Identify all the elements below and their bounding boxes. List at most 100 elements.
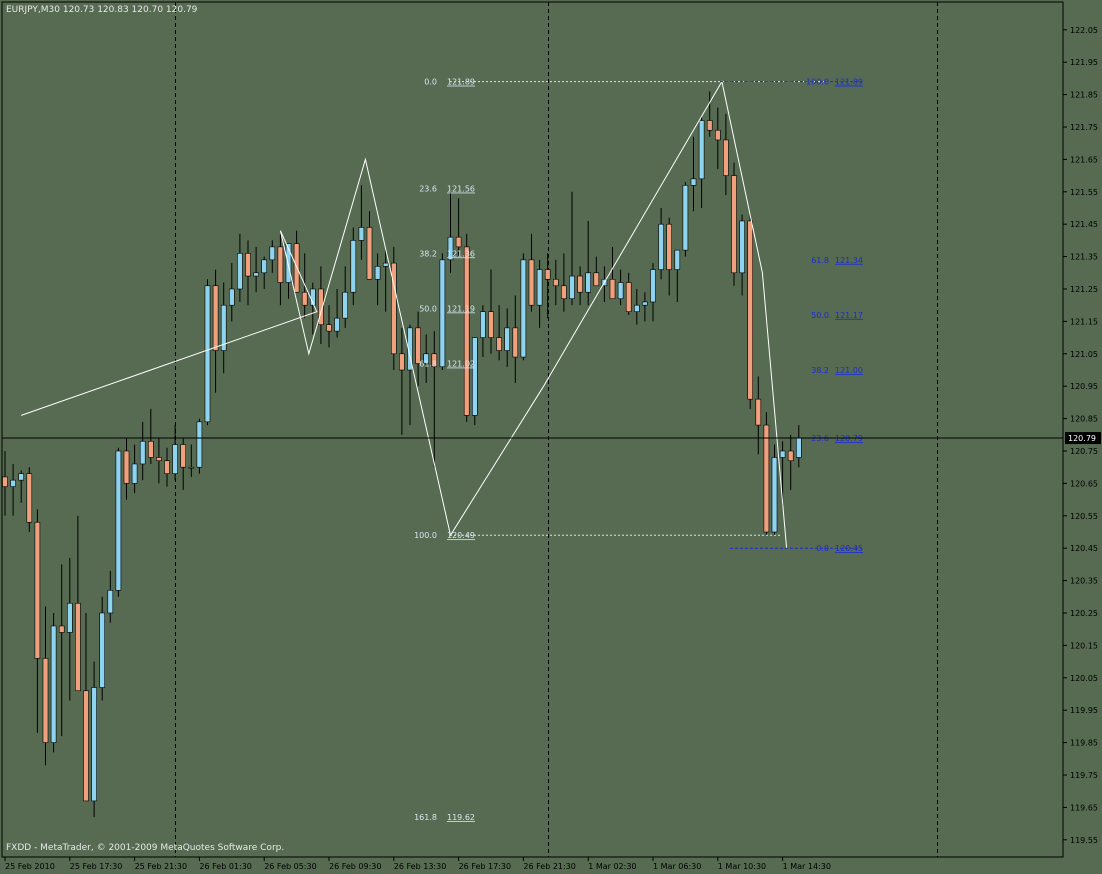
candle-body[interactable] [633, 304, 640, 312]
candle-body[interactable] [326, 324, 332, 332]
candle-body[interactable] [2, 476, 8, 487]
candle-body[interactable] [18, 473, 25, 481]
candle-body[interactable] [552, 278, 559, 287]
price-tick-label: 121.65 [1070, 155, 1098, 164]
candle-body[interactable] [115, 450, 122, 591]
candle-body[interactable] [528, 259, 535, 306]
candle-body[interactable] [512, 327, 519, 358]
candle-body[interactable] [229, 288, 235, 306]
candle-body[interactable] [34, 521, 41, 659]
candle-body[interactable] [253, 272, 259, 277]
candle-body[interactable] [131, 463, 138, 484]
candle-body[interactable] [731, 175, 737, 274]
candle-body[interactable] [26, 473, 33, 523]
candle-body[interactable] [399, 353, 405, 371]
copyright-label: FXDD - MetaTrader, © 2001-2009 MetaQuote… [6, 843, 285, 853]
candle-body[interactable] [585, 272, 592, 293]
candle-body[interactable] [83, 690, 89, 802]
candle-body[interactable] [755, 398, 762, 426]
candle-body[interactable] [366, 227, 373, 280]
fib-right-level-label: 50.0 [811, 311, 829, 320]
candle-body[interactable] [75, 602, 81, 692]
time-tick-label: 25 Feb 17:30 [70, 862, 122, 871]
candle-body[interactable] [520, 259, 527, 358]
candle-body[interactable] [496, 337, 502, 351]
candle-body[interactable] [771, 457, 778, 533]
candle-body[interactable] [172, 444, 178, 474]
candle-body[interactable] [188, 466, 195, 469]
candle-body[interactable] [787, 450, 794, 462]
candle-body[interactable] [480, 311, 486, 338]
candle-body[interactable] [358, 227, 365, 241]
time-tick-label: 26 Feb 21:30 [523, 862, 575, 871]
candle-body[interactable] [682, 185, 689, 251]
candle-body[interactable] [212, 285, 219, 351]
candle-body[interactable] [698, 120, 705, 180]
candle-body[interactable] [690, 178, 697, 186]
price-tick-label: 119.65 [1070, 803, 1098, 812]
candle-body[interactable] [488, 311, 494, 338]
time-tick-label: 26 Feb 05:30 [264, 862, 316, 871]
candle-body[interactable] [779, 450, 786, 458]
candle-body[interactable] [593, 272, 600, 287]
candle-body[interactable] [164, 460, 170, 474]
candle-body[interactable] [204, 285, 211, 423]
candle-body[interactable] [415, 327, 421, 364]
candle-body[interactable] [439, 259, 446, 368]
candle-body[interactable] [739, 220, 745, 274]
candle-body[interactable] [180, 444, 186, 468]
candle-body[interactable] [795, 437, 802, 458]
candle-body[interactable] [463, 246, 470, 416]
candle-body[interactable] [666, 223, 673, 270]
candle-body[interactable] [107, 590, 114, 614]
candle-body[interactable] [723, 139, 729, 176]
candle-body[interactable] [382, 262, 389, 267]
candle-body[interactable] [544, 269, 551, 280]
candle-body[interactable] [67, 602, 73, 633]
candle-body[interactable] [471, 337, 478, 416]
candle-body[interactable] [504, 327, 511, 351]
candle-body[interactable] [658, 223, 664, 270]
candle-body[interactable] [577, 275, 583, 293]
candle-body[interactable] [609, 278, 616, 300]
candle-body[interactable] [91, 687, 97, 802]
candle-body[interactable] [763, 424, 770, 533]
price-tick-label: 120.45 [1070, 544, 1098, 553]
candle-body[interactable] [10, 479, 16, 487]
candle-body[interactable] [642, 301, 648, 306]
candle-body[interactable] [747, 220, 754, 400]
candle-body[interactable] [536, 269, 543, 306]
candle-body[interactable] [139, 440, 146, 465]
candle-body[interactable] [561, 285, 567, 300]
candle-body[interactable] [50, 625, 57, 743]
candle-body[interactable] [334, 317, 340, 332]
candle-body[interactable] [123, 450, 130, 484]
candle-body[interactable] [196, 421, 203, 468]
fib-left-price-label: 119.62 [447, 813, 475, 822]
candle-body[interactable] [42, 658, 49, 743]
chart-window[interactable]: 122.05 121.95 121.85 121.75 121.65 121.55 121.… [0, 0, 1102, 874]
candle-body[interactable] [156, 457, 162, 462]
candle-body[interactable] [148, 440, 154, 458]
candle-body[interactable] [350, 240, 357, 293]
candle-body[interactable] [269, 246, 276, 261]
candle-body[interactable] [277, 246, 284, 283]
candle-body[interactable] [625, 282, 632, 312]
candle-body[interactable] [261, 259, 268, 274]
candle-body[interactable] [569, 275, 575, 300]
price-chart[interactable]: 122.05 121.95 121.85 121.75 121.65 121.55 121.… [0, 0, 1102, 874]
candle-body[interactable] [650, 269, 656, 303]
time-tick-label: 26 Feb 13:30 [394, 862, 446, 871]
candle-body[interactable] [674, 249, 681, 270]
candle-body[interactable] [714, 129, 721, 141]
candle-body[interactable] [374, 266, 381, 280]
candle-body[interactable] [617, 282, 624, 300]
candle-body[interactable] [342, 291, 349, 319]
candle-body[interactable] [245, 253, 251, 277]
candle-body[interactable] [237, 253, 243, 290]
candle-body[interactable] [58, 625, 65, 633]
candle-body[interactable] [455, 236, 462, 248]
candle-body[interactable] [706, 120, 713, 131]
candle-body[interactable] [301, 291, 308, 306]
candle-body[interactable] [99, 612, 105, 688]
